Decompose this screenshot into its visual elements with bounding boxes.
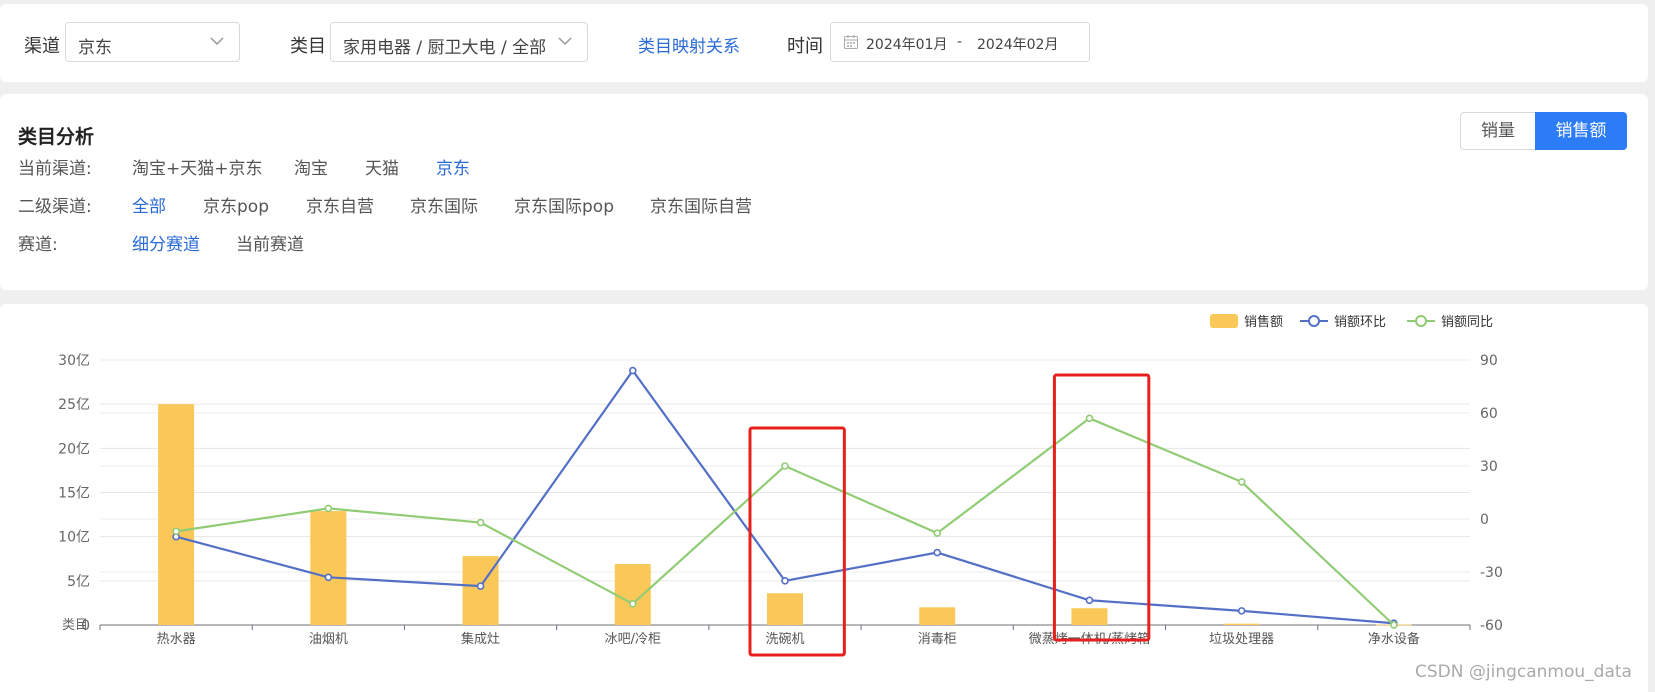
point-mom [1085,596,1094,605]
point-yoy [628,599,637,608]
point-yoy [476,518,485,527]
y-right-tick-label: 30 [1480,459,1498,475]
point-yoy [933,529,942,537]
point-mom [1237,607,1246,615]
x-tick-label: 油烟机 [309,632,348,647]
x-tick-label: 消毒柜 [918,632,957,647]
y-left-tick-label: 15亿 [58,486,90,502]
point-yoy [1390,621,1398,629]
sales-chart: 05亿10亿15亿20亿25亿30亿-60-300306090类目热水器 油烟机集… [58,314,1503,657]
point-yoy [1237,478,1246,486]
x-tick-label: 冰吧/冷柜 [605,632,661,647]
bar-sales [310,511,347,625]
y-left-tick-label: 30亿 [58,353,90,369]
point-mom [324,573,333,582]
watermark: CSDN @jingcanmou_data [1415,662,1632,682]
point-mom [476,582,485,590]
point-mom [628,366,637,375]
y-right-tick-label: 0 [1480,512,1489,528]
bar-sales [1223,623,1260,625]
legend-marker-yoy [1415,315,1427,327]
y-left-axis-name: 类目 [62,618,88,633]
legend-label-sales: 销售额 [1244,314,1283,330]
legend-label-yoy: 销额同比 [1441,315,1493,330]
point-yoy [781,462,789,470]
point-mom [781,577,789,585]
y-left-tick-label: 25亿 [58,397,90,413]
x-tick-label: 净水设备 [1368,631,1420,647]
y-right-tick-label: 90 [1480,353,1498,369]
x-tick-label: 洗碗机 [765,631,804,647]
y-right-tick-label: 60 [1480,406,1498,422]
y-right-tick-label: -30 [1480,565,1503,581]
legend-label-mom: 销额环比 [1334,315,1386,330]
bar-sales [158,404,195,625]
bar-sales [614,564,651,625]
x-tick-label: 热水器 [157,632,196,647]
point-yoy [172,527,180,536]
y-left-tick-label: 10亿 [58,530,90,546]
bar-sales [919,607,956,625]
point-yoy [1085,414,1094,423]
y-left-tick-label: 20亿 [58,441,90,457]
legend-swatch-sales [1210,314,1238,328]
line-mom [175,368,1394,625]
y-right-tick-label: -60 [1480,618,1503,634]
y-left-tick-label: 5亿 [67,574,90,590]
bar-sales [767,593,803,625]
legend-marker-mom [1308,315,1320,327]
point-yoy [324,504,333,513]
x-tick-label: 垃圾处理器 [1209,632,1274,647]
point-mom [933,548,942,557]
x-tick-label: 集成灶 [461,631,500,647]
bar-sales [1071,608,1108,625]
